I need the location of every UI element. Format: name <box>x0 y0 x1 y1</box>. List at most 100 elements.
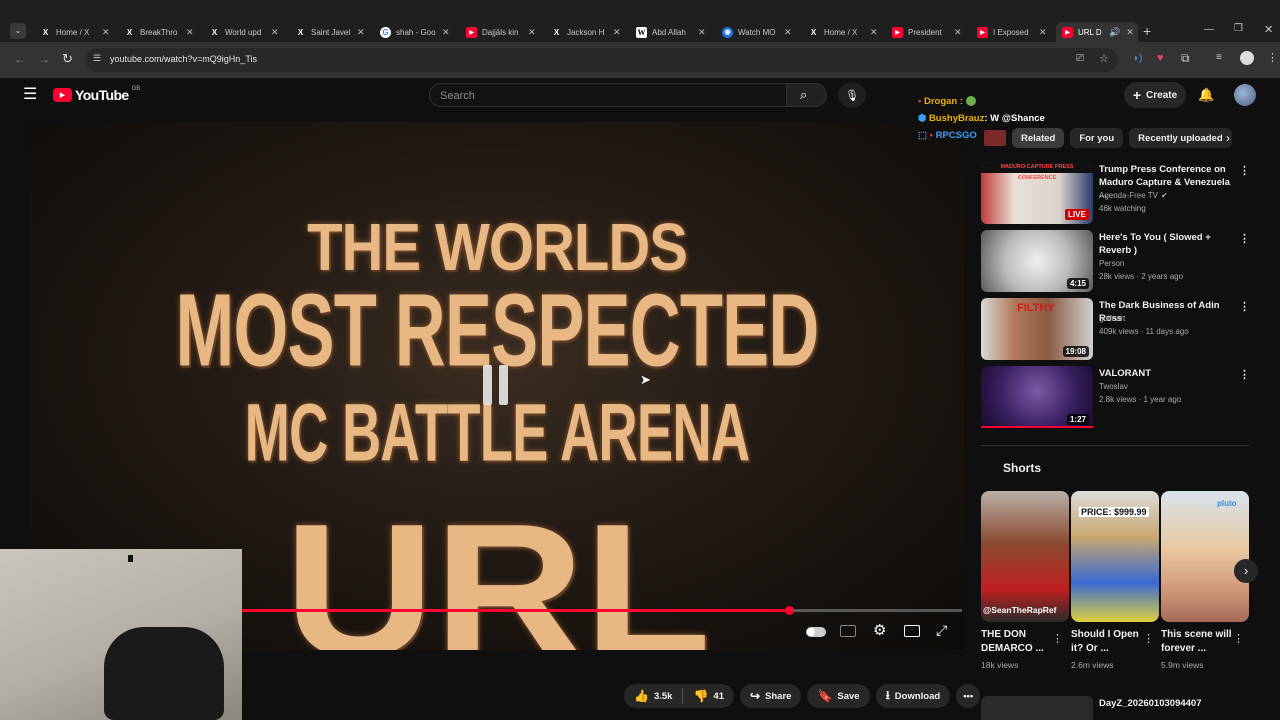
speaker-icon[interactable]: 🔊 <box>1109 27 1120 38</box>
settings-gear-icon[interactable]: ⚙ <box>873 621 886 639</box>
browser-tab[interactable]: ◉ Watch MO ✕ <box>718 22 798 42</box>
mouse-cursor-icon: ➤ <box>640 372 651 387</box>
close-icon[interactable]: ✕ <box>357 27 365 38</box>
more-options-icon[interactable]: ⋮ <box>1143 632 1154 645</box>
extension-icon[interactable]: ◗) <box>1133 53 1142 64</box>
minimize-icon[interactable]: — <box>1204 24 1214 35</box>
more-actions-button[interactable]: ••• <box>956 684 981 708</box>
microphone-icon: 🎙 <box>845 89 859 102</box>
new-tab-icon[interactable]: + <box>1143 24 1151 38</box>
chevron-right-icon[interactable]: › <box>1226 131 1230 145</box>
x-icon: X <box>42 27 49 37</box>
browser-tab-active[interactable]: ▶ URL D 🔊 ✕ <box>1056 22 1138 42</box>
close-icon[interactable]: ✕ <box>784 27 792 38</box>
bookmark-star-icon[interactable]: ☆ <box>1099 52 1109 65</box>
browser-tab[interactable]: X Home / X ✕ <box>36 22 116 42</box>
browser-tab[interactable]: ▶ Dajjāls kin ✕ <box>462 22 542 42</box>
related-video[interactable]: MADURO CAPTURE PRESS CONFERENCE LIVE Tru… <box>981 162 1251 224</box>
browser-tab[interactable]: X Jackson H ✕ <box>547 22 627 42</box>
short-thumbnail[interactable]: pluto <box>1161 491 1249 622</box>
close-icon[interactable]: ✕ <box>870 27 878 38</box>
extension-icon[interactable]: ♥ <box>1157 52 1164 64</box>
close-icon[interactable]: ✕ <box>1126 27 1134 38</box>
progress-bar[interactable] <box>242 606 962 615</box>
close-icon[interactable]: ✕ <box>954 27 962 38</box>
account-avatar[interactable] <box>1234 84 1256 106</box>
extensions-puzzle-icon[interactable]: ⧉ <box>1181 51 1190 66</box>
close-icon[interactable]: ✕ <box>528 27 536 38</box>
forward-icon[interactable]: → <box>38 52 50 66</box>
media-controls-icon[interactable]: ≡ <box>1216 52 1222 63</box>
related-video[interactable]: 4:15 Here's To You ( Slowed + Reverb ) P… <box>981 230 1251 292</box>
profile-avatar-icon[interactable] <box>1240 51 1254 65</box>
notifications-bell-icon[interactable]: 🔔 <box>1198 87 1214 103</box>
short-thumbnail[interactable]: PRICE: $999.99 <box>1071 491 1159 622</box>
autoplay-toggle[interactable] <box>806 627 826 637</box>
more-options-icon[interactable]: ⋮ <box>1239 300 1250 313</box>
more-options-icon[interactable]: ⋮ <box>1239 368 1250 381</box>
chevron-right-icon[interactable]: › <box>1234 559 1258 583</box>
like-button[interactable]: 👍 3.5k <box>624 689 682 703</box>
video-actions: 👍 3.5k 👎 41 ↪ Share 🔖 Save ⭳ Download ••• <box>624 684 981 708</box>
more-options-icon[interactable]: ⋮ <box>1239 232 1250 245</box>
browser-tab[interactable]: ▶ President ✕ <box>888 22 968 42</box>
chip-recently-uploaded[interactable]: Recently uploaded <box>1129 128 1232 148</box>
verified-icon: ✔ <box>1161 191 1168 200</box>
close-icon[interactable]: ✕ <box>1039 27 1047 38</box>
tab-search-icon[interactable]: ⌄ <box>10 23 26 39</box>
create-button[interactable]: + Create <box>1124 82 1186 108</box>
reload-icon[interactable]: ↻ <box>62 51 73 67</box>
restore-icon[interactable]: ❐ <box>1234 23 1243 34</box>
close-icon[interactable]: ✕ <box>271 27 279 38</box>
browser-tab[interactable]: W Abd Allah ✕ <box>632 22 712 42</box>
more-options-icon[interactable]: ⋮ <box>1233 632 1244 645</box>
browser-tab[interactable]: X BreakThro ✕ <box>120 22 200 42</box>
more-options-icon[interactable]: ⋮ <box>1239 164 1250 177</box>
save-button[interactable]: 🔖 Save <box>807 684 870 708</box>
browser-tab[interactable]: Gshah - Goo ✕ <box>376 22 456 42</box>
shorts-heading: Shorts <box>1003 461 1042 475</box>
short-thumbnail[interactable]: @SeanTheRapRef <box>981 491 1069 622</box>
chair <box>128 555 133 562</box>
dislike-button[interactable]: 👎 41 <box>683 689 734 703</box>
miniplayer-icon[interactable] <box>904 625 920 637</box>
video-thumbnail[interactable]: MADURO CAPTURE PRESS CONFERENCE LIVE <box>981 162 1093 224</box>
close-icon[interactable]: ✕ <box>698 27 706 38</box>
close-icon[interactable]: ✕ <box>102 27 110 38</box>
back-icon[interactable]: ← <box>14 52 26 66</box>
guide-menu-icon[interactable]: ☰ <box>23 87 37 103</box>
related-video[interactable]: 1:27 VALORANT Twoslav 2.8k views · 1 yea… <box>981 366 1251 428</box>
progress-played <box>242 609 790 612</box>
video-thumbnail[interactable]: FILTHY 19:08 <box>981 298 1093 360</box>
related-video[interactable]: FILTHY 19:08 The Dark Business of Adin R… <box>981 298 1251 360</box>
search-input[interactable] <box>440 88 770 104</box>
video-thumbnail[interactable]: 1:27 <box>981 366 1093 428</box>
search-button[interactable]: ⌕ <box>787 83 827 107</box>
close-icon[interactable]: ✕ <box>613 27 621 38</box>
more-options-icon[interactable]: ⋮ <box>1052 632 1063 645</box>
fullscreen-icon[interactable]: ⤢ <box>936 622 947 639</box>
youtube-logo[interactable]: ▶ YouTube GB <box>53 86 140 103</box>
chip-for-you[interactable]: For you <box>1070 128 1124 148</box>
next-video-thumbnail[interactable] <box>981 696 1093 720</box>
close-icon[interactable]: ✕ <box>186 27 194 38</box>
site-info-icon[interactable]: ☰ <box>93 53 101 64</box>
download-button[interactable]: ⭳ Download <box>875 684 951 708</box>
window-close-icon[interactable]: ✕ <box>1264 23 1273 36</box>
voice-search-button[interactable]: 🎙 <box>838 82 866 108</box>
video-thumbnail[interactable]: 4:15 <box>981 230 1093 292</box>
browser-menu-icon[interactable]: ⋮ <box>1267 51 1278 64</box>
chip-related[interactable]: Related <box>1012 128 1065 148</box>
share-button[interactable]: ↪ Share <box>739 684 802 708</box>
address-bar[interactable]: ☰ youtube.com/watch?v=mQ9igHn_Tis ⎚ ☆ <box>86 48 1118 72</box>
browser-tab[interactable]: ▶ I Exposed ✕ <box>973 22 1053 42</box>
pause-icon[interactable] <box>483 365 517 405</box>
search-box[interactable] <box>429 83 787 107</box>
close-icon[interactable]: ✕ <box>442 27 450 38</box>
youtube-play-logo-icon: ▶ <box>53 88 72 102</box>
browser-tab[interactable]: X World upd ✕ <box>205 22 285 42</box>
browser-tab[interactable]: X Home / X ✕ <box>804 22 884 42</box>
install-app-icon[interactable]: ⎚ <box>1076 53 1084 64</box>
subtitles-icon[interactable] <box>840 625 856 637</box>
browser-tab[interactable]: X Saint Javel ✕ <box>291 22 371 42</box>
